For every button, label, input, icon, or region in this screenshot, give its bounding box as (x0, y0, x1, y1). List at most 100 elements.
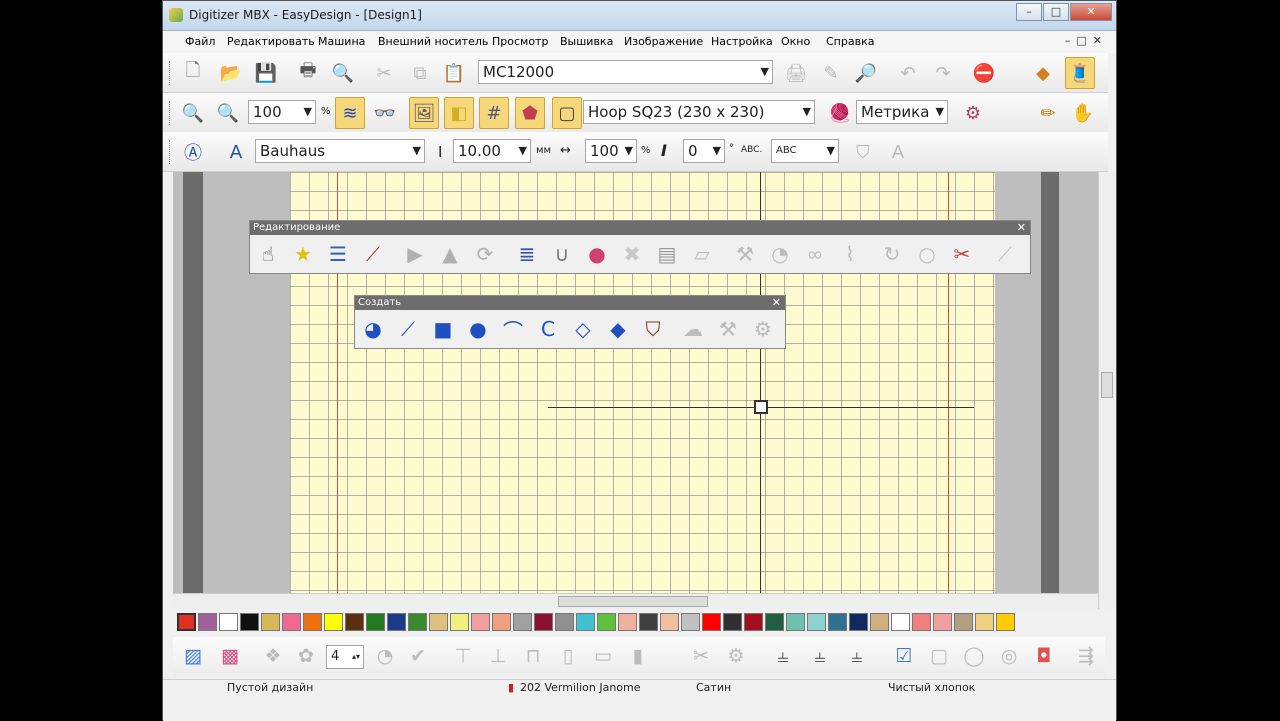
color-swatch[interactable] (324, 613, 343, 631)
color-swatch[interactable] (261, 613, 280, 631)
color-swatch[interactable] (471, 613, 490, 631)
text-on-circle-icon[interactable]: Ⓐ (178, 136, 208, 168)
fill-square-icon[interactable]: ■ (428, 314, 458, 344)
print-preview-icon[interactable]: 🔍 (328, 57, 358, 89)
color-swatch[interactable] (219, 613, 238, 631)
tools-icon[interactable]: ⚒ (713, 314, 743, 344)
color-swatch[interactable] (975, 613, 994, 631)
align-center-icon[interactable]: ▭ (588, 641, 618, 671)
column-line-icon[interactable]: ⟋ (393, 314, 423, 344)
italic-angle-input[interactable]: 0 ▼ (683, 139, 725, 163)
zoom-in-icon[interactable]: 🔍 (178, 97, 208, 129)
distribute-1-icon[interactable]: ⫨ (768, 641, 798, 671)
stop-icon[interactable]: ⛔ (969, 57, 999, 89)
color-swatch[interactable] (639, 613, 658, 631)
group-icon[interactable]: ❖ (258, 641, 288, 671)
pattern-grid-icon[interactable]: ▨ (178, 641, 208, 671)
pie-icon[interactable]: ◔ (370, 641, 400, 671)
save-icon[interactable]: 💾 (251, 57, 281, 89)
text-effects-icon[interactable]: A (883, 136, 913, 168)
distribute-2-icon[interactable]: ⫨ (805, 641, 835, 671)
layers-icon[interactable]: ◎ (994, 641, 1024, 671)
paste-icon[interactable]: 📋 (439, 57, 469, 89)
color-swatch[interactable] (555, 613, 574, 631)
width-input[interactable]: 100 ▼ (585, 139, 637, 163)
letter-spacing-label[interactable]: ABC. (741, 145, 762, 155)
color-swatch[interactable] (870, 613, 889, 631)
toolbar-grip[interactable] (169, 61, 172, 85)
color-swatch[interactable] (303, 613, 322, 631)
toolbar-grip[interactable] (169, 101, 172, 125)
scroll-thumb[interactable] (1101, 372, 1113, 398)
horizontal-scrollbar[interactable] (173, 593, 1098, 609)
color-swatch[interactable] (597, 613, 616, 631)
mirror-h-icon[interactable]: ▶ (400, 239, 430, 269)
align-top-icon[interactable]: ⊤ (448, 641, 478, 671)
color-swatch[interactable] (933, 613, 952, 631)
monogram-shield-icon[interactable]: ⛉ (638, 314, 668, 344)
pattern-fill-icon[interactable]: ▤ (652, 239, 682, 269)
hoop-shape-icon[interactable]: ⬟ (515, 97, 545, 129)
magnet-icon[interactable]: ∪ (547, 239, 577, 269)
color-swatch[interactable] (912, 613, 931, 631)
pencil-icon[interactable]: ✏ (1033, 97, 1063, 129)
color-swatch[interactable] (807, 613, 826, 631)
realistic-view-icon[interactable]: 👓 (370, 97, 400, 129)
reshape-icon[interactable]: ⟋ (358, 239, 388, 269)
close-icon[interactable]: ✕ (1017, 221, 1026, 235)
count-input[interactable]: 4 ▴▾ (326, 645, 364, 669)
hoop-center-mark[interactable] (754, 400, 768, 414)
satin-stitch-icon[interactable]: ≣ (512, 239, 542, 269)
color-swatch[interactable] (681, 613, 700, 631)
grid-icon[interactable]: # (479, 97, 509, 129)
remove-icon[interactable]: ✖ (617, 239, 647, 269)
fabric-icon[interactable]: 🧶 (825, 97, 855, 129)
copy-icon[interactable]: ⧉ (405, 57, 435, 89)
align-bottom-icon[interactable]: ⊓ (518, 641, 548, 671)
mirror-v-icon[interactable]: ▲ (435, 239, 465, 269)
machine-select[interactable]: MC12000 ▼ (478, 60, 773, 84)
hand-icon[interactable]: ✋ (1068, 97, 1098, 129)
rotate-object-icon[interactable]: ↻ (877, 239, 907, 269)
color-swatch[interactable] (702, 613, 721, 631)
units-select[interactable]: Метрика ▼ (856, 100, 948, 124)
menu-settings[interactable]: Настройка (711, 35, 773, 48)
color-swatch[interactable] (765, 613, 784, 631)
more-icon[interactable]: ⇶ (1071, 641, 1101, 671)
maximize-button[interactable]: □ (1043, 3, 1069, 21)
height-input[interactable]: 10.00 ▼ (453, 139, 531, 163)
zoom-tool-icon[interactable]: 🔎 (851, 57, 881, 89)
break-icon[interactable]: ⚒ (730, 239, 760, 269)
menu-image[interactable]: Изображение (624, 35, 703, 48)
color-swatch[interactable] (828, 613, 847, 631)
menu-external-media[interactable]: Внешний носитель (378, 35, 488, 48)
font-select[interactable]: Bauhaus ▼ (255, 139, 425, 163)
zoom-select[interactable]: 100 ▼ (248, 100, 316, 124)
menu-window[interactable]: Окно (781, 35, 810, 48)
diamond-icon[interactable]: ◆ (603, 314, 633, 344)
edit-stitches-icon[interactable]: ✂ (686, 641, 716, 671)
zoom-out-icon[interactable]: 🔍 (213, 97, 243, 129)
running-stitch-icon[interactable]: ⌇ (835, 239, 865, 269)
transform-icon[interactable]: ▱ (687, 239, 717, 269)
color-swatch[interactable] (744, 613, 763, 631)
color-swatch[interactable] (366, 613, 385, 631)
menu-machine[interactable]: Машина (318, 35, 365, 48)
knife-icon[interactable]: ⟋ (990, 239, 1020, 269)
text-block-icon[interactable]: A (221, 136, 251, 168)
color-swatch[interactable] (492, 613, 511, 631)
checklist-icon[interactable]: ☑ (889, 641, 919, 671)
show-image-icon[interactable]: 🖼 (409, 97, 439, 129)
menu-file[interactable]: Файл (185, 35, 215, 48)
show-stitches-icon[interactable]: ≋ (335, 97, 365, 129)
stitch-angle-icon[interactable]: ∞ (800, 239, 830, 269)
vertical-scrollbar[interactable] (1098, 172, 1115, 609)
column-stitch-icon[interactable]: ◕ (358, 314, 388, 344)
run-diamond-icon[interactable]: ◇ (568, 314, 598, 344)
toolbar-grip[interactable] (169, 140, 172, 164)
auto-digitize-icon[interactable]: ☁ (678, 314, 708, 344)
new-file-icon[interactable]: 🗋 (178, 57, 208, 89)
color-swatch[interactable] (891, 613, 910, 631)
close-button[interactable]: ✕ (1070, 3, 1112, 21)
menu-edit[interactable]: Редактировать (227, 35, 315, 48)
